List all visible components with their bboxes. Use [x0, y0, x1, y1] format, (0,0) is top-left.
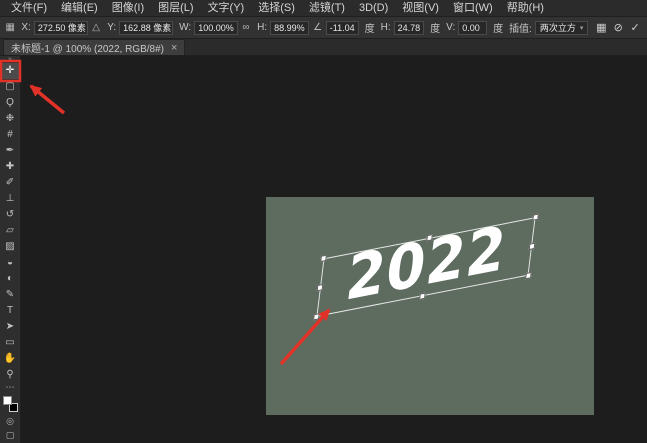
eyedropper-tool[interactable]: ✒	[1, 143, 20, 159]
document-tab-bar: 未标题-1 @ 100% (2022, RGB/8#) ×	[0, 39, 647, 56]
document-image[interactable]: 2022	[266, 197, 594, 415]
transform-handle-top-right[interactable]	[532, 213, 539, 220]
year-text-2022: 2022	[317, 211, 535, 317]
brush-tool[interactable]: ✐	[1, 175, 20, 191]
workspace: » ✛ ▢ Ϙ ❉ # ✒ ✚ ✐ ⊥ ↺ ▱ ▨ ◒ ◐ ✎ T ➤ ▭ ✋ …	[0, 56, 647, 443]
menu-bar: 文件(F) 编辑(E) 图像(I) 图层(L) 文字(Y) 选择(S) 滤镜(T…	[0, 0, 647, 17]
transform-handle-top-left[interactable]	[320, 255, 327, 262]
tools-panel: » ✛ ▢ Ϙ ❉ # ✒ ✚ ✐ ⊥ ↺ ▱ ▨ ◒ ◐ ✎ T ➤ ▭ ✋ …	[0, 56, 21, 443]
screen-mode-icon[interactable]: ▢	[1, 428, 20, 442]
gradient-tool[interactable]: ▨	[1, 239, 20, 255]
x-position-field[interactable]: 272.50 像素	[34, 21, 88, 35]
link-dimensions-icon[interactable]: ∞	[241, 22, 251, 33]
hand-tool[interactable]: ✋	[1, 351, 20, 367]
document-tab-title: 未标题-1 @ 100% (2022, RGB/8#)	[11, 40, 164, 55]
menu-image[interactable]: 图像(I)	[105, 0, 151, 17]
menu-select[interactable]: 选择(S)	[251, 0, 302, 17]
healing-brush-tool[interactable]: ✚	[1, 159, 20, 175]
menu-window[interactable]: 窗口(W)	[446, 0, 500, 17]
quick-selection-tool[interactable]: ❉	[1, 111, 20, 127]
color-swatches[interactable]	[3, 396, 18, 412]
menu-filter[interactable]: 滤镜(T)	[302, 0, 352, 17]
x-label: X:	[21, 22, 30, 33]
zoom-tool[interactable]: ⚲	[1, 367, 20, 383]
rotate-angle-icon: ∠	[312, 22, 322, 33]
history-brush-tool[interactable]: ↺	[1, 207, 20, 223]
dodge-tool[interactable]: ◐	[1, 271, 20, 287]
shape-tool[interactable]: ▭	[1, 335, 20, 351]
width-field[interactable]: 100.00%	[194, 21, 238, 35]
menu-layer[interactable]: 图层(L)	[151, 0, 200, 17]
warp-mode-icon[interactable]: ▦	[594, 20, 608, 36]
menu-file[interactable]: 文件(F)	[4, 0, 54, 17]
height-field[interactable]: 88.99%	[270, 21, 309, 35]
lasso-tool[interactable]: Ϙ	[1, 95, 20, 111]
close-icon[interactable]: ×	[171, 43, 177, 53]
width-label: W:	[179, 22, 191, 33]
menu-edit[interactable]: 编辑(E)	[54, 0, 105, 17]
chevron-down-icon: ▾	[580, 24, 584, 32]
foreground-color-swatch[interactable]	[3, 396, 12, 405]
edit-toolbar-dots-icon[interactable]: ⋯	[6, 383, 15, 393]
menu-3d[interactable]: 3D(D)	[352, 0, 395, 17]
move-tool[interactable]: ✛	[1, 63, 20, 79]
angle-unit-label: 度	[365, 20, 375, 35]
transform-handle-middle-right[interactable]	[529, 243, 536, 250]
options-bar: ▦ X: 272.50 像素 △ Y: 162.88 像素 W: 100.00%…	[0, 17, 647, 39]
crop-tool[interactable]: #	[1, 127, 20, 143]
rotation-angle-field[interactable]: -11.04	[326, 21, 359, 35]
document-tab[interactable]: 未标题-1 @ 100% (2022, RGB/8#) ×	[3, 39, 185, 55]
transform-handle-middle-left[interactable]	[317, 284, 324, 291]
eraser-tool[interactable]: ▱	[1, 223, 20, 239]
v-skew-field[interactable]: 0.00	[458, 21, 487, 35]
height-label: H:	[257, 22, 267, 33]
quick-mask-icon[interactable]: ◎	[1, 414, 20, 428]
menu-view[interactable]: 视图(V)	[395, 0, 446, 17]
transform-handle-bottom-right[interactable]	[525, 272, 532, 279]
interpolation-label: 插值:	[509, 20, 532, 35]
pen-tool[interactable]: ✎	[1, 287, 20, 303]
interpolation-dropdown[interactable]: 两次立方 ▾	[535, 21, 589, 35]
v-skew-unit-label: 度	[493, 20, 503, 35]
interpolation-value: 两次立方	[540, 21, 576, 34]
path-selection-tool[interactable]: ➤	[1, 319, 20, 335]
transform-handle-bottom-left[interactable]	[313, 313, 320, 320]
blur-tool[interactable]: ◒	[1, 255, 20, 271]
h-skew-unit-label: 度	[430, 20, 440, 35]
menu-type[interactable]: 文字(Y)	[201, 0, 252, 17]
clone-stamp-tool[interactable]: ⊥	[1, 191, 20, 207]
v-skew-label: V:	[446, 22, 455, 33]
y-label: Y:	[107, 22, 116, 33]
canvas-area[interactable]: 2022	[21, 56, 647, 443]
relative-delta-icon[interactable]: △	[91, 22, 101, 33]
transform-handle-top-middle[interactable]	[426, 234, 433, 241]
transform-handle-bottom-middle[interactable]	[419, 293, 426, 300]
cancel-transform-icon[interactable]: ⊘	[611, 20, 625, 36]
menu-help[interactable]: 帮助(H)	[500, 0, 551, 17]
commit-transform-icon[interactable]: ✓	[628, 20, 642, 36]
reference-point-icon[interactable]: ▦	[5, 22, 15, 33]
type-tool[interactable]: T	[1, 303, 20, 319]
y-position-field[interactable]: 162.88 像素	[119, 21, 173, 35]
h-skew-field[interactable]: 24.78	[394, 21, 425, 35]
marquee-tool[interactable]: ▢	[1, 79, 20, 95]
h-skew-label: H:	[381, 22, 391, 33]
transform-bounding-box[interactable]: 2022	[316, 217, 535, 317]
